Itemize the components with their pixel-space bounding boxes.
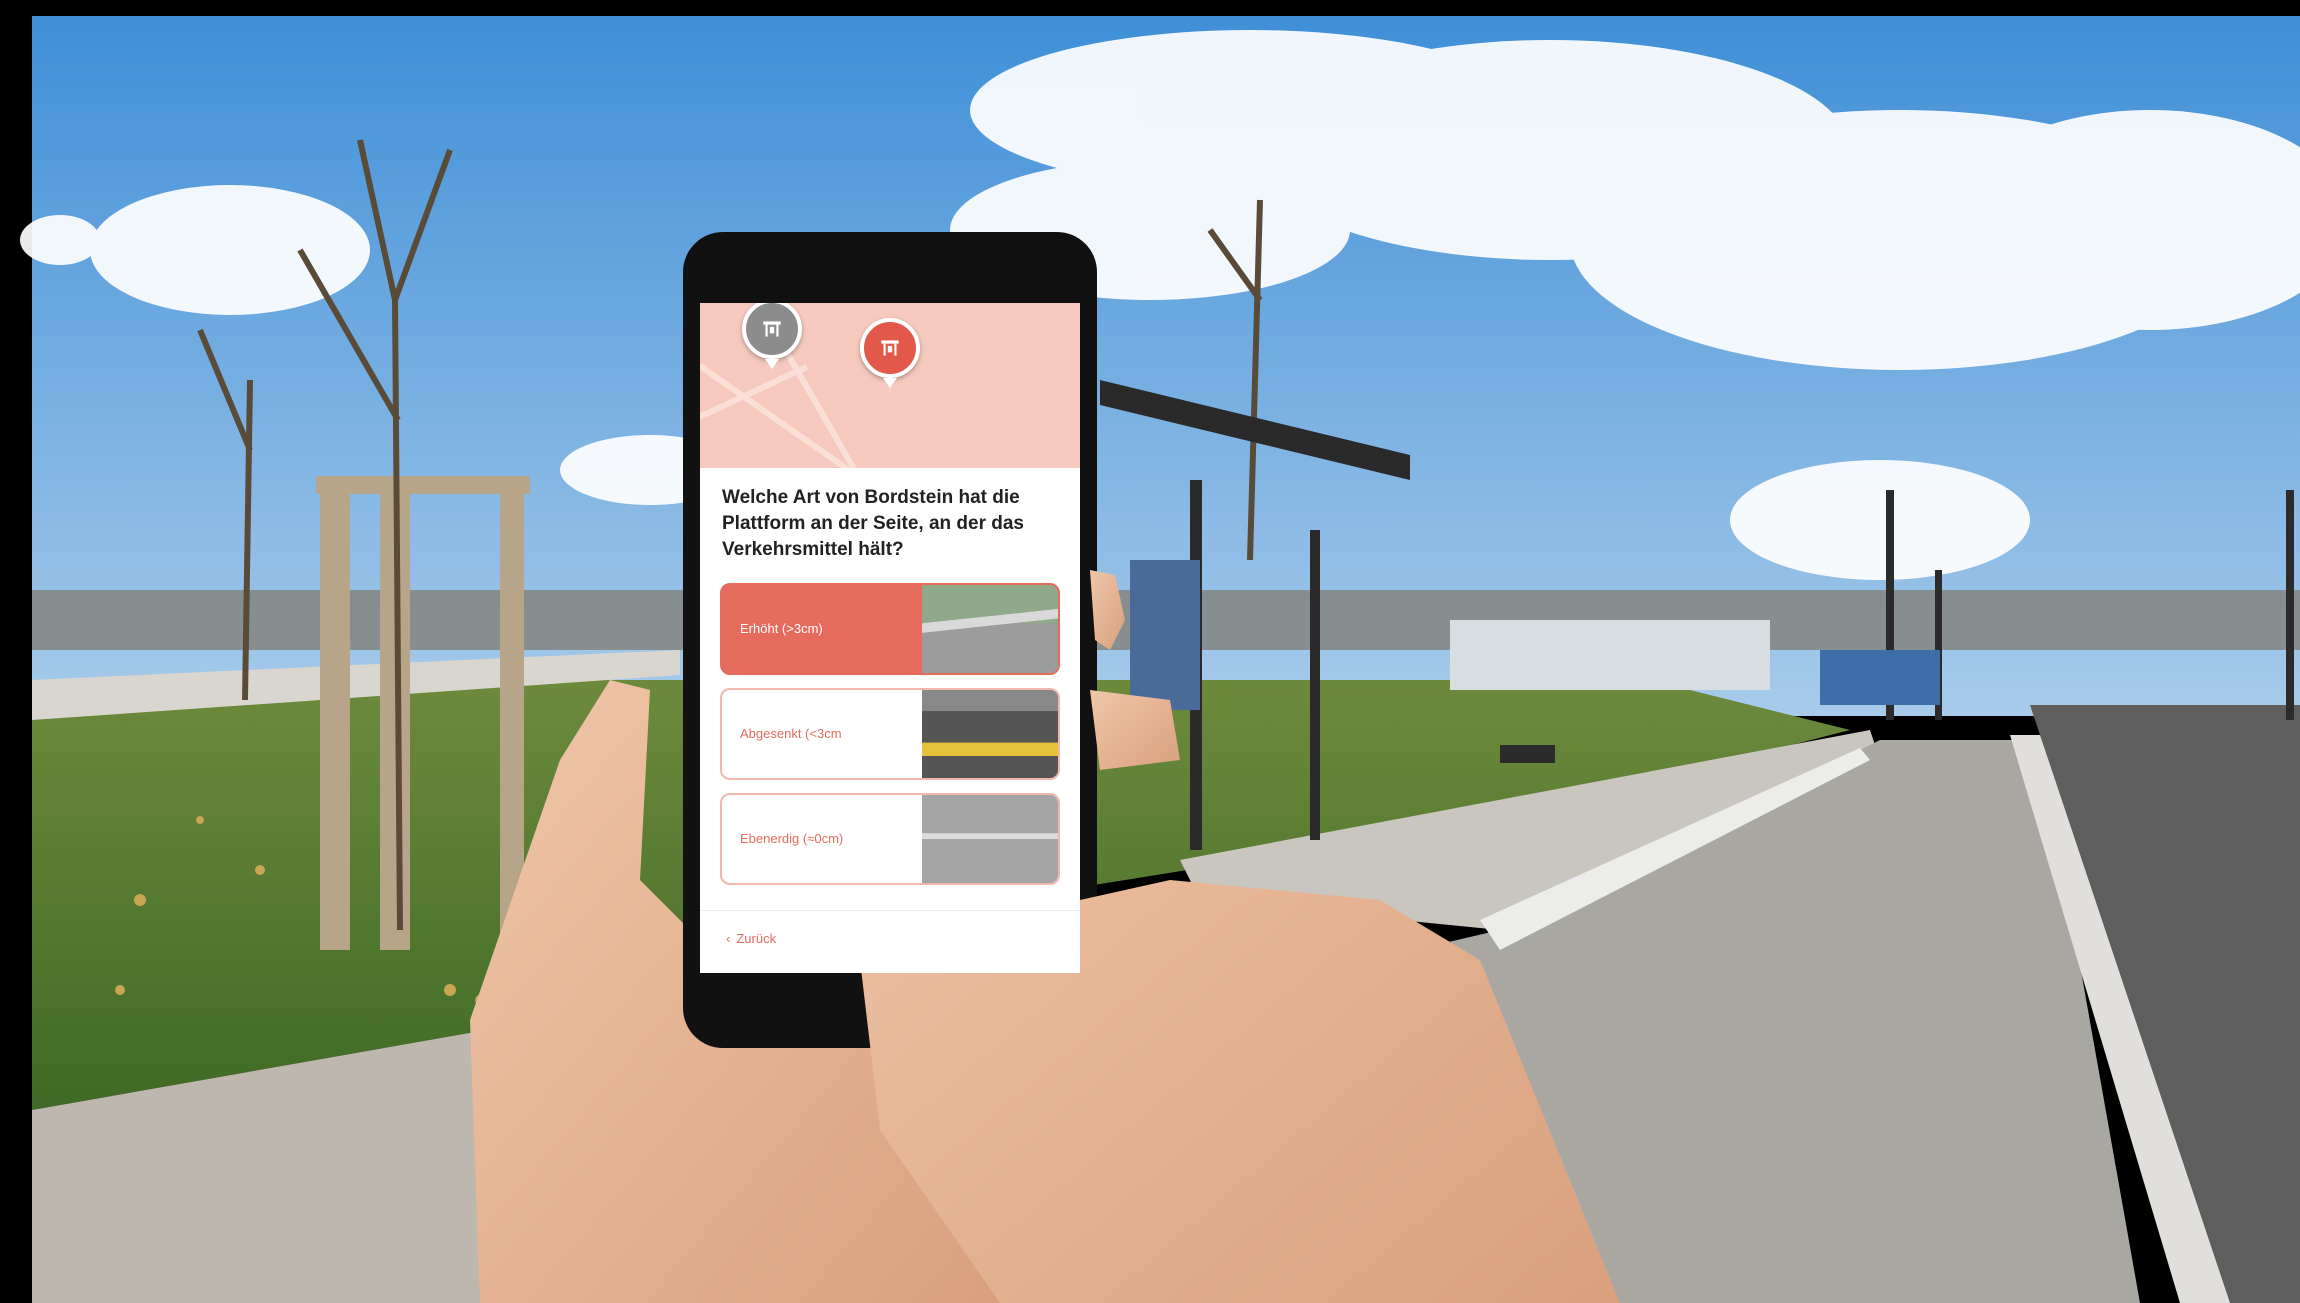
selected-bus-stop-pin-icon[interactable]: [860, 318, 920, 388]
question-text: Welche Art von Bordstein hat die Plattfo…: [722, 487, 1024, 560]
option-erhoeht[interactable]: Erhöht (>3cm): [720, 583, 1060, 675]
option-label: Abgesenkt (<3cm: [740, 726, 842, 741]
divider: [700, 910, 1080, 911]
curb-lowered-image: [922, 690, 1058, 778]
back-label: Zurück: [736, 931, 777, 946]
option-abgesenkt[interactable]: Abgesenkt (<3cm: [720, 688, 1060, 780]
map-view[interactable]: [700, 303, 1080, 468]
bus-stop-icon: [763, 321, 781, 337]
photo-background: [0, 0, 2300, 1303]
option-ebenerdig[interactable]: Ebenerdig (≈0cm): [720, 793, 1060, 885]
curb-raised-image: [922, 585, 1058, 673]
back-button[interactable]: ‹ Zurück: [726, 931, 776, 946]
curb-level-image: [922, 795, 1058, 883]
bus-stop-icon: [881, 340, 899, 356]
option-label: Erhöht (>3cm): [740, 621, 823, 636]
bus-stop-pin-icon[interactable]: [742, 303, 802, 369]
chevron-left-icon: ‹: [726, 931, 731, 946]
phone-screen: Welche Art von Bordstein hat die Plattfo…: [700, 303, 1080, 973]
option-label: Ebenerdig (≈0cm): [740, 831, 844, 846]
